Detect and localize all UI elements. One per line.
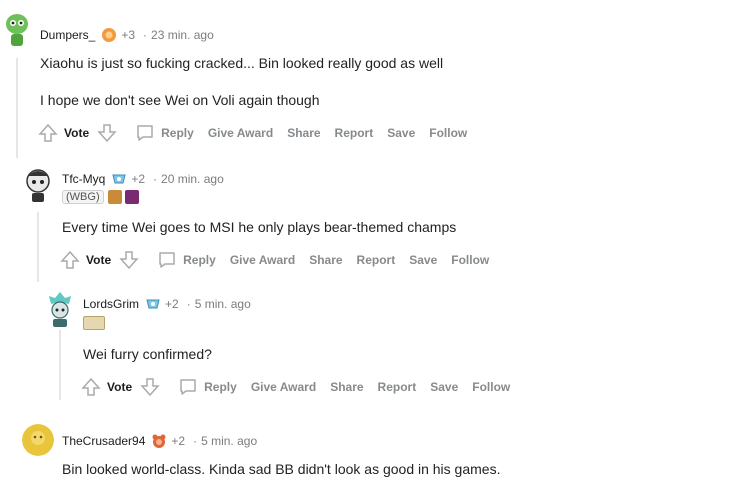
thread-line[interactable] [37,212,39,282]
flair-text: (WBG) [62,190,104,204]
save-button[interactable]: Save [409,253,437,267]
avatar[interactable] [22,424,54,456]
vote-group: Vote [60,250,139,270]
thread-line[interactable] [59,330,61,400]
award-count: +3 [121,28,136,42]
user-flair [83,316,108,330]
flair-icon [83,316,105,330]
flair-icon [107,190,122,204]
comment-icon [180,379,196,395]
follow-button[interactable]: Follow [429,126,467,140]
username[interactable]: Tfc-Myq [62,172,105,186]
timestamp[interactable]: 23 min. ago [151,28,214,42]
give-award-button[interactable]: Give Award [251,380,316,394]
comment-body: Bin looked world-class. Kinda sad BB did… [62,461,501,477]
flair-icon [124,190,139,204]
give-award-button[interactable]: Give Award [230,253,295,267]
comment-icon [159,252,175,268]
vote-label: Vote [107,380,133,394]
reply-button[interactable]: Reply [157,250,216,270]
comment-icon [137,125,153,141]
comment-body: I hope we don't see Wei on Voli again th… [40,92,320,108]
comment-body: Xiaohu is just so fucking cracked... Bin… [40,55,444,71]
timestamp[interactable]: 5 min. ago [201,434,257,448]
award-count: +2 [131,172,146,186]
award-icon[interactable] [151,433,167,449]
timestamp[interactable]: 5 min. ago [195,297,251,311]
award-icon[interactable] [145,296,161,312]
save-button[interactable]: Save [430,380,458,394]
award-count: +2 [171,434,186,448]
share-button[interactable]: Share [330,380,363,394]
username[interactable]: TheCrusader94 [62,434,145,448]
downvote-icon[interactable] [119,250,139,270]
thread-line[interactable] [16,58,18,158]
username[interactable]: LordsGrim [83,297,139,311]
upvote-icon[interactable] [60,250,80,270]
vote-group: Vote [81,377,160,397]
separator: · [143,28,148,42]
upvote-icon[interactable] [38,123,58,143]
follow-button[interactable]: Follow [451,253,489,267]
comment-body: Every time Wei goes to MSI he only plays… [62,219,457,235]
share-button[interactable]: Share [287,126,320,140]
separator: · [186,297,191,311]
comment-body: Wei furry confirmed? [83,346,212,362]
report-button[interactable]: Report [335,126,374,140]
vote-label: Vote [64,126,90,140]
avatar[interactable] [2,10,32,50]
vote-label: Vote [86,253,112,267]
separator: · [153,172,158,186]
user-flair: (WBG) [62,190,142,204]
timestamp[interactable]: 20 min. ago [161,172,224,186]
follow-button[interactable]: Follow [472,380,510,394]
report-button[interactable]: Report [357,253,396,267]
save-button[interactable]: Save [387,126,415,140]
avatar[interactable] [22,166,54,204]
downvote-icon[interactable] [97,123,117,143]
username[interactable]: Dumpers_ [40,28,95,42]
vote-group: Vote [38,123,117,143]
downvote-icon[interactable] [140,377,160,397]
award-count: +2 [165,297,179,311]
give-award-button[interactable]: Give Award [208,126,273,140]
reply-button[interactable]: Reply [178,377,237,397]
separator: · [193,434,198,448]
reply-button[interactable]: Reply [135,123,194,143]
share-button[interactable]: Share [309,253,342,267]
report-button[interactable]: Report [378,380,417,394]
award-icon[interactable] [101,27,117,43]
award-icon[interactable] [111,171,127,187]
upvote-icon[interactable] [81,377,101,397]
avatar[interactable] [45,290,75,328]
